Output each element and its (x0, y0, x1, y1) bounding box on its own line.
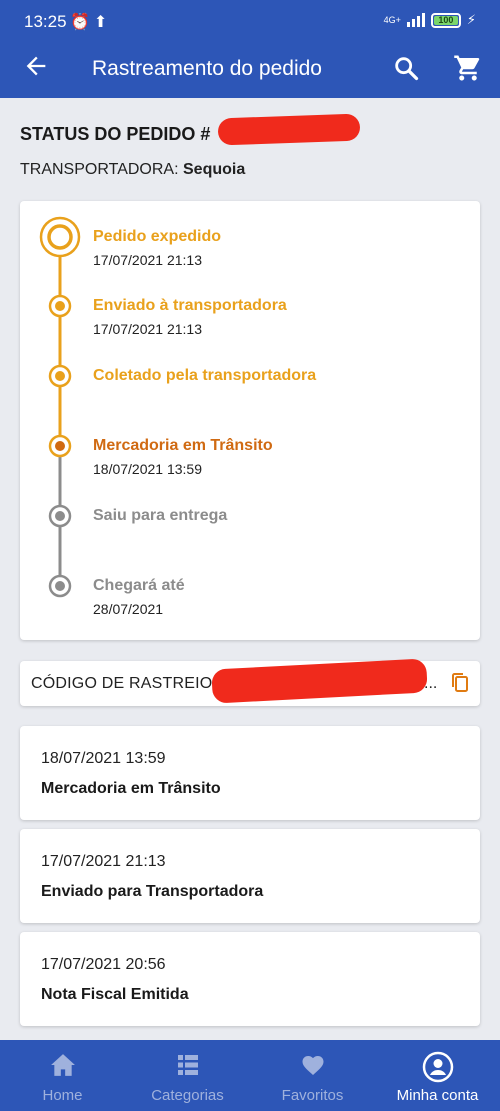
nav-categories[interactable]: Categorias (125, 1040, 250, 1111)
history-item: 17/07/2021 21:13 Enviado para Transporta… (20, 829, 480, 923)
search-icon[interactable] (392, 54, 420, 82)
bottom-navigation: Home Categorias Favoritos Minha conta (0, 1040, 500, 1111)
carrier-label: TRANSPORTADORA: (20, 161, 179, 178)
timeline-node-current (39, 216, 81, 258)
carrier-name: Sequoia (183, 161, 246, 178)
history-description: Nota Fiscal Emitida (41, 986, 189, 1003)
status-right-icons: 4G+ 100 ⚡ (384, 12, 476, 28)
back-arrow-icon[interactable] (22, 52, 50, 80)
network-type: 4G+ (383, 14, 401, 25)
nav-label: Home (42, 1087, 83, 1104)
timeline-step-date: 17/07/2021 21:13 (93, 252, 202, 268)
nav-home[interactable]: Home (0, 1040, 125, 1111)
timeline-node-pending (48, 504, 72, 528)
account-icon (422, 1051, 453, 1083)
timeline-step: Mercadoria em Trânsito 18/07/2021 13:59 (93, 437, 273, 477)
carrier-line: TRANSPORTADORA: Sequoia (20, 161, 245, 179)
charging-icon: ⚡ (466, 12, 476, 27)
nav-account[interactable]: Minha conta (375, 1040, 500, 1111)
timeline-step: Pedido expedido 17/07/2021 21:13 (93, 228, 221, 268)
signal-icon (406, 13, 425, 27)
status-time: 13:25 (24, 12, 67, 31)
timeline-step-date: 28/07/2021 (93, 601, 164, 617)
tracking-timeline-card: Pedido expedido 17/07/2021 21:13 Enviado… (20, 201, 480, 640)
history-date: 17/07/2021 21:13 (41, 853, 166, 870)
timeline-step-date: 17/07/2021 21:13 (93, 321, 202, 337)
battery-icon: 100 (430, 12, 461, 28)
timeline-step: Coletado pela transportadora (93, 367, 316, 385)
timeline-step-label: Mercadoria em Trânsito (93, 437, 273, 454)
history-date: 17/07/2021 20:56 (41, 956, 166, 973)
timeline-node-pending (48, 574, 72, 598)
page-title: Rastreamento do pedido (92, 57, 322, 80)
timeline-step-label: Enviado à transportadora (93, 297, 287, 314)
nav-label: Favoritos (281, 1087, 344, 1104)
heart-icon (302, 1056, 323, 1075)
nav-label: Categorias (151, 1087, 224, 1104)
timeline-node-active (48, 434, 72, 458)
cart-icon[interactable] (452, 53, 484, 83)
timeline-step-label: Coletado pela transportadora (93, 367, 317, 384)
timeline-step-label: Chegará até (93, 577, 185, 594)
history-description: Mercadoria em Trânsito (41, 780, 221, 797)
battery-level: 100 (433, 15, 458, 25)
timeline-step: Chegará até 28/07/2021 (93, 577, 185, 617)
app-header: 13:25 ⏰⬆ 4G+ 100 ⚡ Rastreamento do pedid… (0, 0, 500, 98)
timeline-step: Saiu para entrega (93, 507, 227, 525)
order-status-title: STATUS DO PEDIDO # (20, 124, 211, 144)
history-item: 18/07/2021 13:59 Mercadoria em Trânsito (20, 726, 480, 820)
timeline-step: Enviado à transportadora 17/07/2021 21:1… (93, 297, 287, 337)
home-icon (50, 1054, 75, 1076)
timeline-node (48, 294, 72, 318)
timeline-node (48, 364, 72, 388)
grid-icon (177, 1055, 198, 1075)
status-notification-icons: ⏰⬆ (70, 14, 112, 31)
timeline-step-label: Saiu para entrega (93, 507, 228, 524)
redaction-mark (217, 113, 361, 146)
history-description: Enviado para Transportadora (41, 883, 264, 900)
nav-label: Minha conta (396, 1087, 479, 1104)
history-item: 17/07/2021 20:56 Nota Fiscal Emitida (20, 932, 480, 1026)
status-bar: 13:25 ⏰⬆ 4G+ 100 ⚡ (0, 0, 500, 44)
timeline-step-label: Pedido expedido (93, 228, 222, 245)
timeline-track (39, 216, 81, 598)
tracking-code-label: CÓDIGO DE RASTREIO: (31, 675, 218, 692)
nav-favorites[interactable]: Favoritos (250, 1040, 375, 1111)
history-date: 18/07/2021 13:59 (41, 750, 166, 767)
copy-icon[interactable] (450, 672, 470, 694)
timeline-step-date: 18/07/2021 13:59 (93, 461, 202, 477)
